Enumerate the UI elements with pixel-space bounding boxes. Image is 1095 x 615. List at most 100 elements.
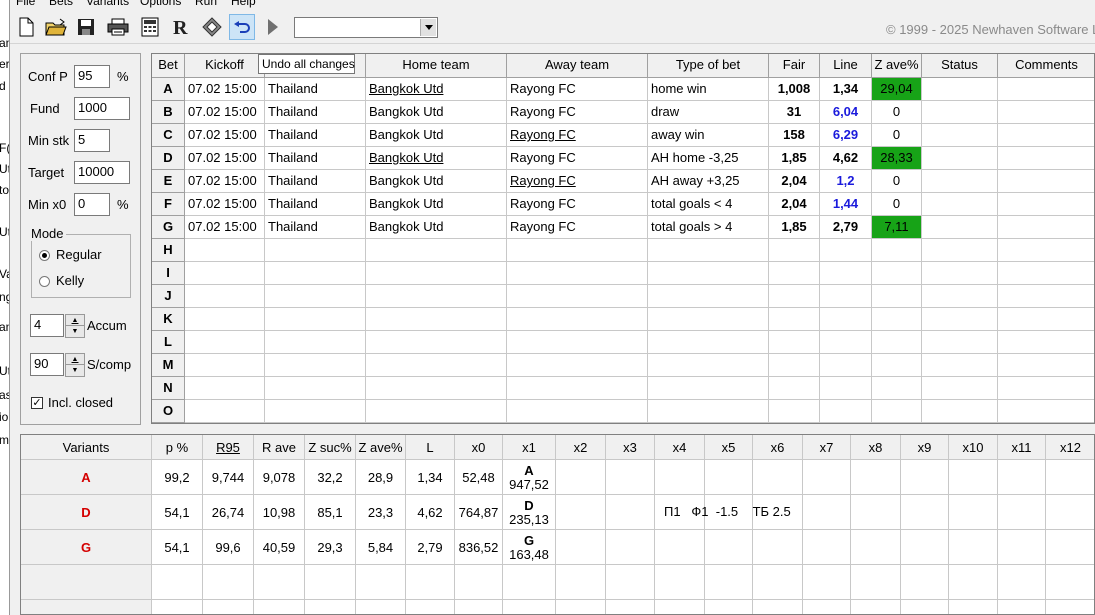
accum-spinner[interactable]: ▲ ▼ <box>65 314 85 338</box>
bet-row-label[interactable]: C <box>152 124 185 147</box>
calculator-button[interactable] <box>137 14 163 40</box>
bet-cell-empty[interactable] <box>820 400 872 423</box>
print-button[interactable] <box>105 14 131 40</box>
bet-cell-status[interactable] <box>922 124 998 147</box>
bet-cell-kickoff[interactable]: 07.02 15:00 <box>185 170 265 193</box>
variant-cell-empty[interactable] <box>305 600 356 614</box>
bet-cell-z-ave[interactable]: 29,04 <box>872 78 922 101</box>
bet-cell-line[interactable]: 1,2 <box>820 170 872 193</box>
variant-cell[interactable] <box>655 460 705 495</box>
bet-cell-status[interactable] <box>922 78 998 101</box>
variant-cell[interactable]: 99,6 <box>203 530 254 565</box>
bet-cell-empty[interactable] <box>507 400 648 423</box>
bet-cell-empty[interactable] <box>648 239 769 262</box>
min-stk-input[interactable]: 5 <box>74 129 110 152</box>
bet-cell-empty[interactable] <box>265 262 366 285</box>
variant-cell-empty[interactable] <box>305 565 356 600</box>
bet-cell-empty[interactable] <box>366 308 507 331</box>
bet-cell-bet-type[interactable]: AH home -3,25 <box>648 147 769 170</box>
bet-cell-empty[interactable] <box>648 354 769 377</box>
variant-cell-empty[interactable] <box>705 600 753 614</box>
menu-variants[interactable]: Variants <box>86 0 129 8</box>
bet-cell-empty[interactable] <box>648 331 769 354</box>
bet-cell-empty[interactable] <box>507 331 648 354</box>
bet-cell-comments[interactable] <box>998 170 1094 193</box>
bet-cell-empty[interactable] <box>265 331 366 354</box>
variant-cell[interactable]: 28,9 <box>356 460 406 495</box>
variant-column-header[interactable]: p % <box>152 435 203 460</box>
bet-row-label[interactable]: E <box>152 170 185 193</box>
variant-cell[interactable]: 764,87 <box>455 495 503 530</box>
bet-cell-z-ave[interactable]: 0 <box>872 101 922 124</box>
variant-column-header[interactable]: x11 <box>998 435 1046 460</box>
bet-row-label[interactable]: I <box>152 262 185 285</box>
variant-cell[interactable] <box>949 460 998 495</box>
bet-cell-away-team[interactable]: Rayong FC <box>507 101 648 124</box>
bet-row-label[interactable]: K <box>152 308 185 331</box>
variant-cell[interactable] <box>901 495 949 530</box>
variant-cell[interactable] <box>556 460 606 495</box>
variant-cell-empty[interactable] <box>655 600 705 614</box>
bet-row-label[interactable]: G <box>152 216 185 239</box>
bet-cell-line[interactable]: 6,04 <box>820 101 872 124</box>
open-file-button[interactable] <box>43 14 69 40</box>
bet-row-label[interactable]: B <box>152 101 185 124</box>
bet-cell-line[interactable]: 2,79 <box>820 216 872 239</box>
variant-cell-x1[interactable]: G 163,48 <box>503 530 556 565</box>
variant-cell[interactable] <box>705 460 753 495</box>
variant-cell[interactable] <box>998 495 1046 530</box>
bet-cell-league[interactable]: Thailand <box>265 78 366 101</box>
bet-cell-empty[interactable] <box>998 377 1094 400</box>
bet-cell-empty[interactable] <box>366 400 507 423</box>
bet-cell-empty[interactable] <box>998 331 1094 354</box>
menu-bets[interactable]: Bets <box>49 0 73 8</box>
variant-column-header[interactable]: x12 <box>1046 435 1094 460</box>
column-header-kickoff[interactable]: Kickoff <box>185 54 265 78</box>
bet-cell-empty[interactable] <box>185 400 265 423</box>
menu-options[interactable]: Options <box>140 0 181 8</box>
variant-column-header[interactable]: Variants <box>21 435 152 460</box>
bet-cell-empty[interactable] <box>820 239 872 262</box>
bet-cell-bet-type[interactable]: away win <box>648 124 769 147</box>
bet-row-label[interactable]: J <box>152 285 185 308</box>
variant-cell[interactable]: 9,744 <box>203 460 254 495</box>
bet-cell-empty[interactable] <box>922 354 998 377</box>
variant-cell[interactable]: 29,3 <box>305 530 356 565</box>
conf-p-input[interactable]: 95 <box>74 65 110 88</box>
bet-cell-empty[interactable] <box>998 285 1094 308</box>
bet-cell-empty[interactable] <box>922 262 998 285</box>
variant-row-label[interactable]: D <box>21 495 152 530</box>
variant-cell[interactable] <box>803 530 851 565</box>
bet-cell-league[interactable]: Thailand <box>265 101 366 124</box>
bet-cell-bet-type[interactable]: home win <box>648 78 769 101</box>
variant-cell-empty[interactable] <box>851 600 901 614</box>
bet-cell-empty[interactable] <box>366 331 507 354</box>
column-header-home-team[interactable]: Home team <box>366 54 507 78</box>
bet-cell-z-ave[interactable]: 0 <box>872 170 922 193</box>
bet-cell-z-ave[interactable]: 0 <box>872 124 922 147</box>
column-header-status[interactable]: Status <box>922 54 998 78</box>
bet-row-label[interactable]: M <box>152 354 185 377</box>
variant-cell-empty[interactable] <box>705 565 753 600</box>
mode-kelly-radio[interactable] <box>39 276 50 287</box>
save-button[interactable] <box>73 14 99 40</box>
variant-cell[interactable] <box>803 460 851 495</box>
variant-cell[interactable]: 26,74 <box>203 495 254 530</box>
bet-row-label[interactable]: O <box>152 400 185 423</box>
scomp-spinner[interactable]: ▲ ▼ <box>65 353 85 377</box>
variant-cell[interactable]: 99,2 <box>152 460 203 495</box>
variant-cell[interactable]: 52,48 <box>455 460 503 495</box>
variant-column-header[interactable]: x10 <box>949 435 998 460</box>
bet-cell-empty[interactable] <box>872 400 922 423</box>
variant-cell[interactable] <box>606 495 655 530</box>
bet-cell-league[interactable]: Thailand <box>265 216 366 239</box>
variant-row-label[interactable] <box>21 565 152 600</box>
variant-column-header[interactable]: x5 <box>705 435 753 460</box>
bet-cell-empty[interactable] <box>507 262 648 285</box>
bet-cell-fair[interactable]: 2,04 <box>769 193 820 216</box>
variant-column-header[interactable]: x1 <box>503 435 556 460</box>
column-header-z-ave[interactable]: Z ave% <box>872 54 922 78</box>
bet-cell-empty[interactable] <box>366 285 507 308</box>
variant-cell-empty[interactable] <box>503 565 556 600</box>
variant-cell[interactable] <box>606 460 655 495</box>
